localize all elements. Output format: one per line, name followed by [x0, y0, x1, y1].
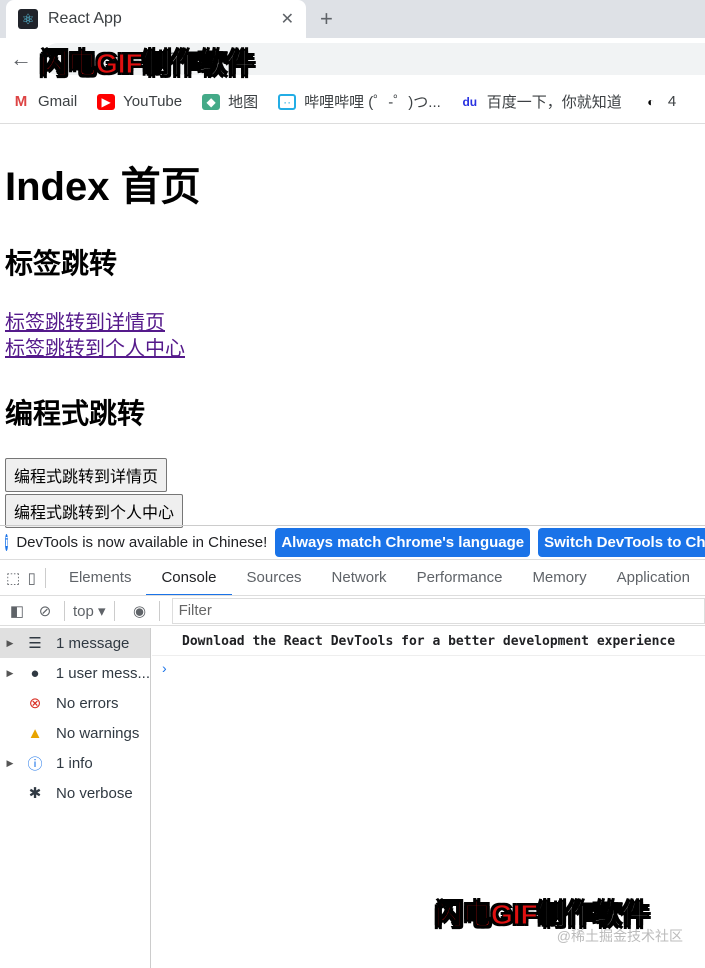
bilibili-icon: ··	[278, 93, 297, 110]
link-detail[interactable]: 标签跳转到详情页	[5, 310, 700, 336]
inspect-element-icon[interactable]: ⬚	[6, 569, 20, 587]
watermark: 闪电GIF制作软件	[40, 42, 256, 82]
goto-profile-button[interactable]: 编程式跳转到个人中心	[5, 494, 184, 528]
tab-strip: ⚛ React App ✕ +	[0, 0, 705, 38]
console-toolbar: ◧ ⊘ top ▾ ◉ Filter	[0, 596, 705, 626]
device-toolbar-icon[interactable]: ▯	[26, 569, 37, 587]
sidebar-label: 1 user mess...	[55, 664, 150, 682]
eye-icon[interactable]: ◉	[129, 602, 151, 620]
credit-text: @稀土掘金技术社区	[556, 928, 683, 944]
sidebar-toggle-icon[interactable]: ◧	[6, 602, 28, 620]
tab-title: React App	[48, 10, 122, 27]
filter-placeholder: Filter	[178, 601, 212, 619]
bookmark-label: 地图	[228, 94, 259, 111]
back-arrow-icon[interactable]: ←	[10, 46, 32, 72]
sidebar-item-user-messages[interactable]: ▶ ● 1 user mess...	[0, 658, 151, 688]
maps-icon: ◆	[202, 93, 221, 110]
divider	[45, 567, 46, 588]
divider	[64, 600, 65, 621]
goto-detail-button[interactable]: 编程式跳转到详情页	[5, 458, 168, 492]
tab-console[interactable]: Console	[146, 560, 232, 595]
sidebar-item-info[interactable]: ▶ ⓘ 1 info	[0, 748, 150, 778]
bookmark-baidu[interactable]: du 百度一下，你就知道	[461, 91, 622, 112]
bookmark-label: YouTube	[123, 93, 183, 110]
section-heading-links: 标签跳转	[5, 248, 118, 279]
divider	[113, 600, 115, 621]
console-message: Download the React DevTools for a better…	[152, 628, 705, 656]
user-icon: ●	[30, 664, 40, 682]
tab-elements[interactable]: Elements	[54, 560, 147, 595]
watermark-red: 闪电GIF	[40, 48, 144, 80]
page-title: Index 首页	[5, 165, 201, 209]
sidebar-label: No warnings	[56, 724, 140, 742]
tab-memory[interactable]: Memory	[517, 560, 601, 595]
bookmark-other[interactable]: ◐ 4	[642, 93, 676, 110]
bookmark-icon: ◐	[647, 94, 655, 109]
match-language-button[interactable]: Always match Chrome's language	[275, 528, 531, 557]
sidebar-item-messages[interactable]: ▶ ☰ 1 message	[0, 628, 150, 658]
watermark-white: 制作软件	[142, 48, 255, 80]
bookmark-bilibili[interactable]: ·· 哔哩哔哩 (゜-゜)つ...	[278, 91, 441, 112]
youtube-icon: ▶	[97, 93, 116, 110]
expand-arrow-icon[interactable]: ▶	[0, 758, 20, 769]
devtools-tabs: ⬚ ▯ Elements Console Sources Network Per…	[0, 559, 705, 596]
sidebar-item-errors[interactable]: ⊗ No errors	[0, 688, 150, 718]
page-content: Index 首页 标签跳转 标签跳转到详情页 标签跳转到个人中心 编程式跳转 编…	[0, 154, 705, 528]
react-icon: ⚛	[18, 9, 38, 29]
expand-arrow-icon[interactable]: ▶	[0, 668, 20, 679]
bug-icon: ✱	[28, 785, 42, 802]
sidebar-item-verbose[interactable]: ✱ No verbose	[0, 778, 150, 808]
bookmark-gmail[interactable]: M Gmail	[12, 93, 77, 110]
gmail-icon: M	[14, 92, 28, 110]
switch-chinese-button[interactable]: Switch DevTools to Chinese	[538, 528, 705, 557]
language-infobar: i DevTools is now available in Chinese! …	[0, 526, 705, 559]
divider	[158, 600, 160, 621]
console-sidebar: ▶ ☰ 1 message ▶ ● 1 user mess... ⊗ No errors …	[0, 628, 151, 968]
sidebar-label: No errors	[56, 694, 119, 712]
browser-tab[interactable]: ⚛ React App ✕	[6, 0, 306, 38]
infobar-text: DevTools is now available in Chinese!	[16, 534, 268, 551]
warning-icon: ▲	[27, 724, 43, 742]
link-profile[interactable]: 标签跳转到个人中心	[5, 336, 700, 362]
bookmark-label: 4	[667, 93, 677, 110]
sidebar-label: No verbose	[56, 784, 133, 802]
info-icon: ⓘ	[27, 755, 43, 773]
bookmark-maps[interactable]: ◆ 地图	[202, 91, 258, 112]
sidebar-label: 1 message	[56, 634, 130, 652]
new-tab-button[interactable]: +	[320, 6, 333, 32]
close-icon[interactable]: ✕	[281, 9, 294, 29]
section-heading-programmatic: 编程式跳转	[5, 398, 146, 429]
sidebar-item-warnings[interactable]: ▲ No warnings	[0, 718, 150, 748]
error-icon: ⊗	[28, 695, 42, 712]
filter-input[interactable]: Filter	[171, 597, 705, 624]
expand-arrow-icon[interactable]: ▶	[0, 638, 20, 649]
context-label: top	[73, 602, 94, 620]
watermark-red: 闪电GIF	[435, 899, 539, 931]
list-icon: ☰	[28, 635, 42, 652]
bookmarks-bar: M Gmail ▶ YouTube ◆ 地图 ·· 哔哩哔哩 (゜-゜)つ... du 百…	[0, 80, 705, 124]
tab-application[interactable]: Application	[602, 560, 705, 595]
info-icon: i	[5, 534, 9, 551]
bookmark-label: 哔哩哔哩 (゜-゜)つ...	[304, 94, 441, 111]
bookmark-youtube[interactable]: ▶ YouTube	[97, 93, 182, 110]
bookmark-label: Gmail	[38, 93, 78, 110]
clear-console-icon[interactable]: ⊘	[34, 602, 56, 620]
context-select[interactable]: top ▾	[73, 602, 106, 620]
sidebar-label: 1 info	[56, 754, 93, 772]
console-prompt[interactable]: ›	[152, 656, 705, 680]
tab-sources[interactable]: Sources	[232, 560, 317, 595]
tab-network[interactable]: Network	[317, 560, 402, 595]
tab-performance[interactable]: Performance	[402, 560, 518, 595]
baidu-icon: du	[462, 94, 478, 109]
bookmark-label: 百度一下，你就知道	[486, 94, 622, 111]
